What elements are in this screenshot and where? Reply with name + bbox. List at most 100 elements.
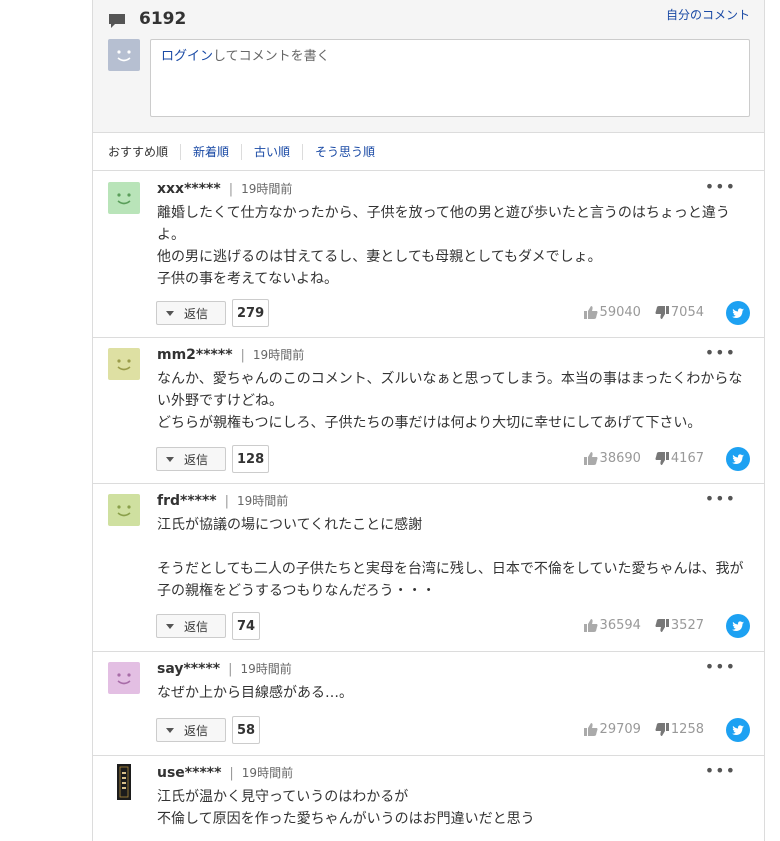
reply-label: 返信 — [184, 619, 209, 634]
tab-recommended[interactable]: おすすめ順 — [108, 144, 180, 160]
tab-newest[interactable]: 新着順 — [180, 144, 241, 160]
vote-counts: 38690 4167 — [583, 451, 704, 466]
username[interactable]: use***** — [157, 765, 221, 781]
chevron-down-icon — [166, 310, 174, 316]
comment-item: frd***** | 19時間前 ••• 江氏が協議の場についてくれたことに感謝 そ… — [93, 484, 764, 652]
comment-text: 離婚したくて仕方なかったから、子供を放って他の男と遊び歩いたと言うのはちょっと違… — [157, 202, 747, 290]
like-count: 59040 — [599, 305, 641, 320]
comment-line: 他の男に逃げるのは甘えてるし、妻としても母親としてもダメでしょ。 — [157, 249, 602, 265]
username[interactable]: mm2***** — [157, 347, 233, 363]
reply-count[interactable]: 128 — [232, 445, 270, 473]
more-options-icon[interactable]: ••• — [705, 659, 736, 675]
avatar — [108, 348, 140, 380]
reply-button[interactable]: 返信 — [156, 301, 226, 325]
face-icon — [117, 50, 131, 62]
dislike-count: 7054 — [670, 305, 704, 320]
face-icon — [117, 359, 131, 371]
tab-oldest[interactable]: 古い順 — [241, 144, 302, 160]
comment-count: 6192 — [139, 9, 187, 29]
avatar — [108, 494, 140, 526]
reply-count[interactable]: 58 — [232, 716, 261, 744]
thumbs-down-icon[interactable] — [655, 306, 669, 319]
separator: | — [228, 662, 233, 677]
chevron-down-icon — [166, 623, 174, 629]
reply-label: 返信 — [184, 723, 209, 738]
comment-item: say***** | 19時間前 ••• なぜか上から目線感がある…。 返信 58 … — [93, 652, 764, 756]
reply-button[interactable]: 返信 — [156, 447, 226, 471]
more-options-icon[interactable]: ••• — [705, 179, 736, 195]
separator: | — [229, 766, 234, 781]
chevron-down-icon — [166, 727, 174, 733]
reply-button[interactable]: 返信 — [156, 718, 226, 742]
timestamp: 19時間前 — [252, 348, 305, 362]
twitter-icon[interactable] — [726, 301, 750, 325]
dislike-count: 1258 — [670, 722, 704, 737]
custom-avatar-image — [117, 764, 131, 800]
twitter-icon[interactable] — [726, 614, 750, 638]
more-options-icon[interactable]: ••• — [705, 763, 736, 779]
comment-line: 子供の事を考えてないよね。 — [157, 271, 339, 287]
comment-item: xxx***** | 19時間前 ••• 離婚したくて仕方なかったから、子供を放って… — [93, 172, 764, 338]
thumbs-up-icon[interactable] — [583, 619, 598, 632]
reply-label: 返信 — [184, 306, 209, 321]
like-count: 29709 — [599, 722, 641, 737]
like-count: 38690 — [599, 451, 641, 466]
vote-counts: 29709 1258 — [583, 722, 704, 737]
comment-header: mm2***** | 19時間前 — [157, 346, 304, 363]
comment-line: そうだとしても二人の子供たちと実母を台湾に残し、日本で不倫をしていた愛ちゃんは、… — [157, 561, 744, 599]
comment-text: なぜか上から目線感がある…。 — [157, 682, 747, 704]
avatar — [115, 764, 133, 800]
more-options-icon[interactable]: ••• — [705, 491, 736, 507]
username[interactable]: frd***** — [157, 493, 217, 509]
comment-line: 江氏が協議の場についてくれたことに感謝 — [157, 517, 423, 533]
comment-text: なんか、愛ちゃんのこのコメント、ズルいなぁと思ってしまう。本当の事はまったくわか… — [157, 368, 747, 434]
comment-item: use***** | 19時間前 ••• 江氏が温かく見守っていうのはわかるが 不倫… — [93, 756, 764, 841]
twitter-icon[interactable] — [726, 447, 750, 471]
sort-tabs: おすすめ順 新着順 古い順 そう思う順 — [93, 134, 764, 171]
comment-panel: 6192 自分のコメント ログインしてコメントを書く おすすめ順 新着順 古い順… — [92, 0, 765, 841]
comment-line: 離婚したくて仕方なかったから、子供を放って他の男と遊び歩いたと言うのはちょっと違… — [157, 205, 730, 243]
login-link[interactable]: ログイン — [161, 49, 213, 64]
thumbs-down-icon[interactable] — [655, 452, 669, 465]
thumbs-up-icon[interactable] — [583, 306, 598, 319]
comment-input[interactable]: ログインしてコメントを書く — [150, 39, 750, 117]
comment-header: frd***** | 19時間前 — [157, 492, 288, 509]
my-comments-link[interactable]: 自分のコメント — [666, 6, 750, 23]
comment-placeholder: してコメントを書く — [213, 49, 330, 64]
face-icon — [117, 193, 131, 205]
thumbs-down-icon[interactable] — [655, 723, 669, 736]
comment-text: 江氏が協議の場についてくれたことに感謝 そうだとしても二人の子供たちと実母を台湾… — [157, 514, 747, 602]
vote-counts: 36594 3527 — [583, 618, 704, 633]
tab-agree[interactable]: そう思う順 — [302, 144, 387, 160]
comment-line: なんか、愛ちゃんのこのコメント、ズルいなぁと思ってしまう。本当の事はまったくわか… — [157, 371, 743, 409]
face-icon — [117, 673, 131, 685]
username[interactable]: xxx***** — [157, 181, 221, 197]
timestamp: 19時間前 — [241, 766, 294, 780]
comment-item: mm2***** | 19時間前 ••• なんか、愛ちゃんのこのコメント、ズルいなぁ… — [93, 338, 764, 484]
timestamp: 19時間前 — [240, 662, 292, 676]
like-count: 36594 — [599, 618, 641, 633]
reply-label: 返信 — [184, 452, 209, 467]
comment-line: なぜか上から目線感がある…。 — [157, 685, 353, 701]
comment-text: 江氏が温かく見守っていうのはわかるが 不倫して原因を作った愛ちゃんがいうのはお門… — [157, 786, 747, 830]
twitter-icon[interactable] — [726, 718, 750, 742]
username[interactable]: say***** — [157, 661, 220, 677]
comment-header: use***** | 19時間前 — [157, 764, 293, 781]
reply-count[interactable]: 279 — [232, 299, 270, 327]
avatar — [108, 662, 140, 694]
thumbs-up-icon[interactable] — [583, 723, 598, 736]
face-icon — [117, 505, 131, 517]
reply-count[interactable]: 74 — [232, 612, 261, 640]
avatar — [108, 182, 140, 214]
more-options-icon[interactable]: ••• — [705, 345, 736, 361]
reply-button[interactable]: 返信 — [156, 614, 226, 638]
separator: | — [228, 182, 234, 197]
comment-bubble-icon — [108, 13, 126, 29]
comment-header: say***** | 19時間前 — [157, 660, 292, 677]
comment-line — [157, 536, 747, 558]
thumbs-down-icon[interactable] — [655, 619, 669, 632]
timestamp: 19時間前 — [237, 494, 289, 508]
thumbs-up-icon[interactable] — [583, 452, 598, 465]
separator: | — [224, 494, 230, 509]
comment-line: 江氏が温かく見守っていうのはわかるが — [157, 789, 409, 805]
